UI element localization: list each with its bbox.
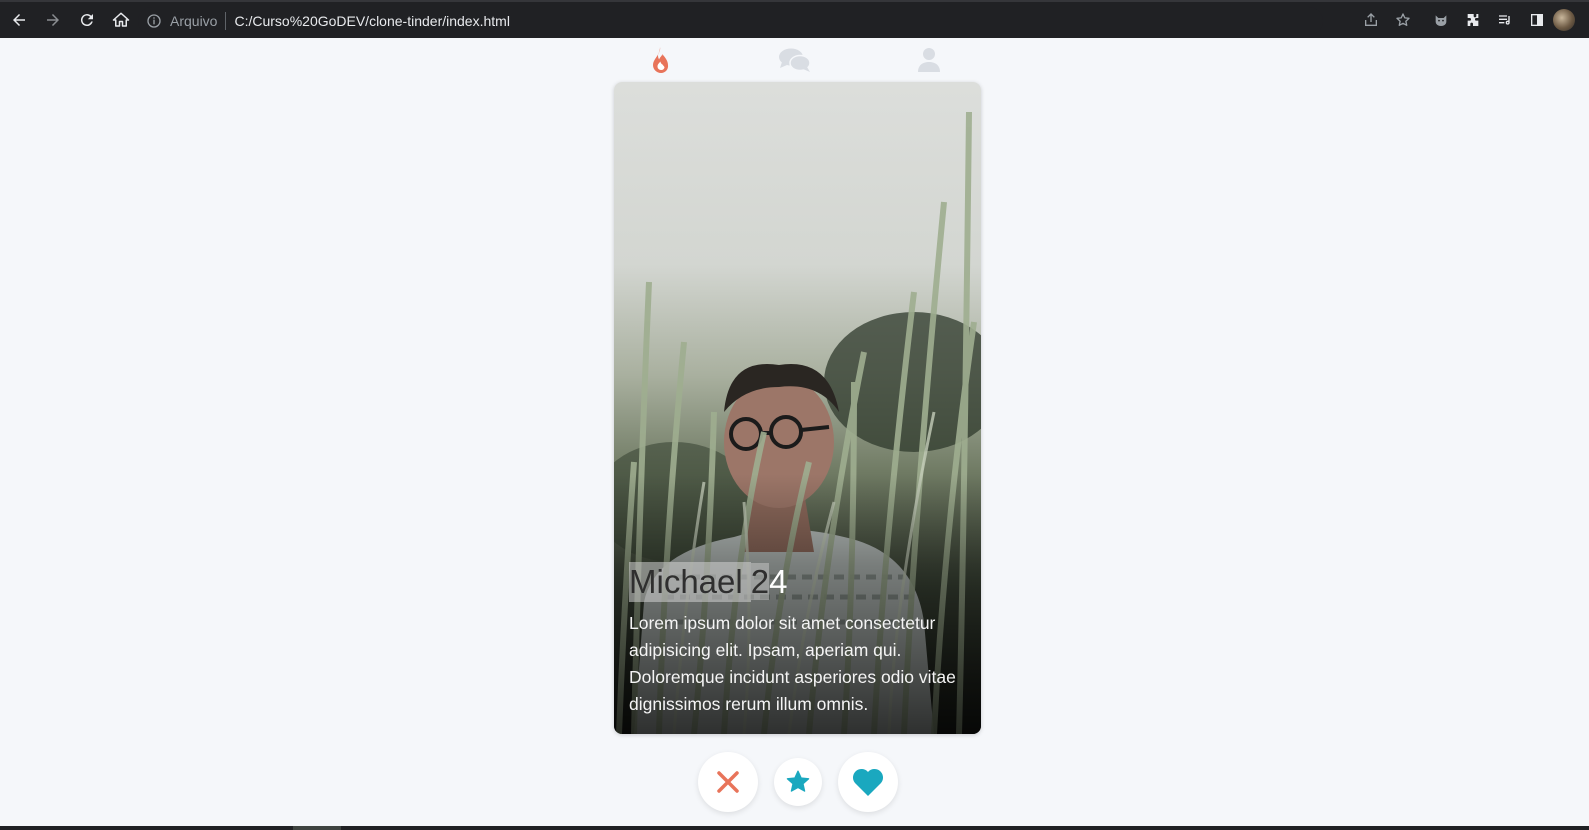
toolbar-actions (1355, 2, 1589, 38)
name-age-line: Michael 24 (629, 562, 969, 602)
extension-cat-button[interactable] (1425, 4, 1457, 36)
puzzle-icon (1467, 14, 1479, 26)
action-bar (0, 752, 1589, 816)
back-button[interactable] (3, 4, 35, 36)
profile-age-first-digit: 2 (750, 563, 770, 600)
app-top-nav (0, 38, 1589, 82)
star-icon (786, 770, 810, 792)
user-icon (918, 48, 940, 72)
profile-age-rest: 4 (769, 563, 788, 600)
omnibox-divider (225, 12, 227, 30)
tab-profile[interactable] (911, 44, 947, 76)
like-button[interactable] (838, 752, 898, 812)
dislike-button[interactable] (698, 752, 758, 812)
profile-age: 24 (750, 562, 788, 602)
taskbar-thumb (293, 826, 341, 830)
extensions-button[interactable] (1457, 4, 1489, 36)
url-text[interactable]: C:/Curso%20GoDEV/clone-tinder/index.html (234, 13, 509, 29)
home-icon (112, 12, 130, 27)
address-bar[interactable]: Arquivo C:/Curso%20GoDEV/clone-tinder/in… (138, 7, 1323, 35)
profile-name: Michael (629, 562, 751, 602)
window-bottom-edge (0, 826, 1589, 830)
info-icon[interactable] (146, 13, 162, 29)
arrow-right-icon (47, 14, 59, 26)
cat-extension-icon (1435, 15, 1447, 26)
share-button[interactable] (1355, 4, 1387, 36)
heart-icon (852, 768, 884, 796)
scheme-label: Arquivo (170, 13, 218, 29)
chat-icon (779, 48, 811, 72)
share-icon (1365, 13, 1377, 26)
forward-button[interactable] (37, 4, 69, 36)
tab-discover[interactable] (643, 44, 679, 76)
tab-messages[interactable] (777, 44, 813, 76)
flame-icon (653, 47, 669, 74)
side-panel-icon (1531, 14, 1543, 26)
profile-info: Michael 24 Lorem ipsum dolor sit amet co… (629, 562, 969, 718)
playlist-icon (1499, 15, 1510, 25)
superlike-button[interactable] (774, 758, 822, 806)
profile-bio: Lorem ipsum dolor sit amet consectetur a… (629, 613, 956, 714)
close-icon (717, 771, 739, 793)
reload-button[interactable] (71, 4, 103, 36)
home-button[interactable] (105, 4, 137, 36)
arrow-left-icon (13, 14, 25, 26)
bookmark-button[interactable] (1387, 4, 1419, 36)
browser-toolbar: Arquivo C:/Curso%20GoDEV/clone-tinder/in… (0, 0, 1589, 38)
reload-icon (80, 14, 93, 27)
profile-avatar[interactable] (1553, 9, 1575, 31)
reading-list-button[interactable] (1489, 4, 1521, 36)
side-panel-button[interactable] (1521, 4, 1553, 36)
star-outline-icon (1396, 13, 1410, 26)
profile-card[interactable]: Michael 24 Lorem ipsum dolor sit amet co… (614, 82, 981, 734)
